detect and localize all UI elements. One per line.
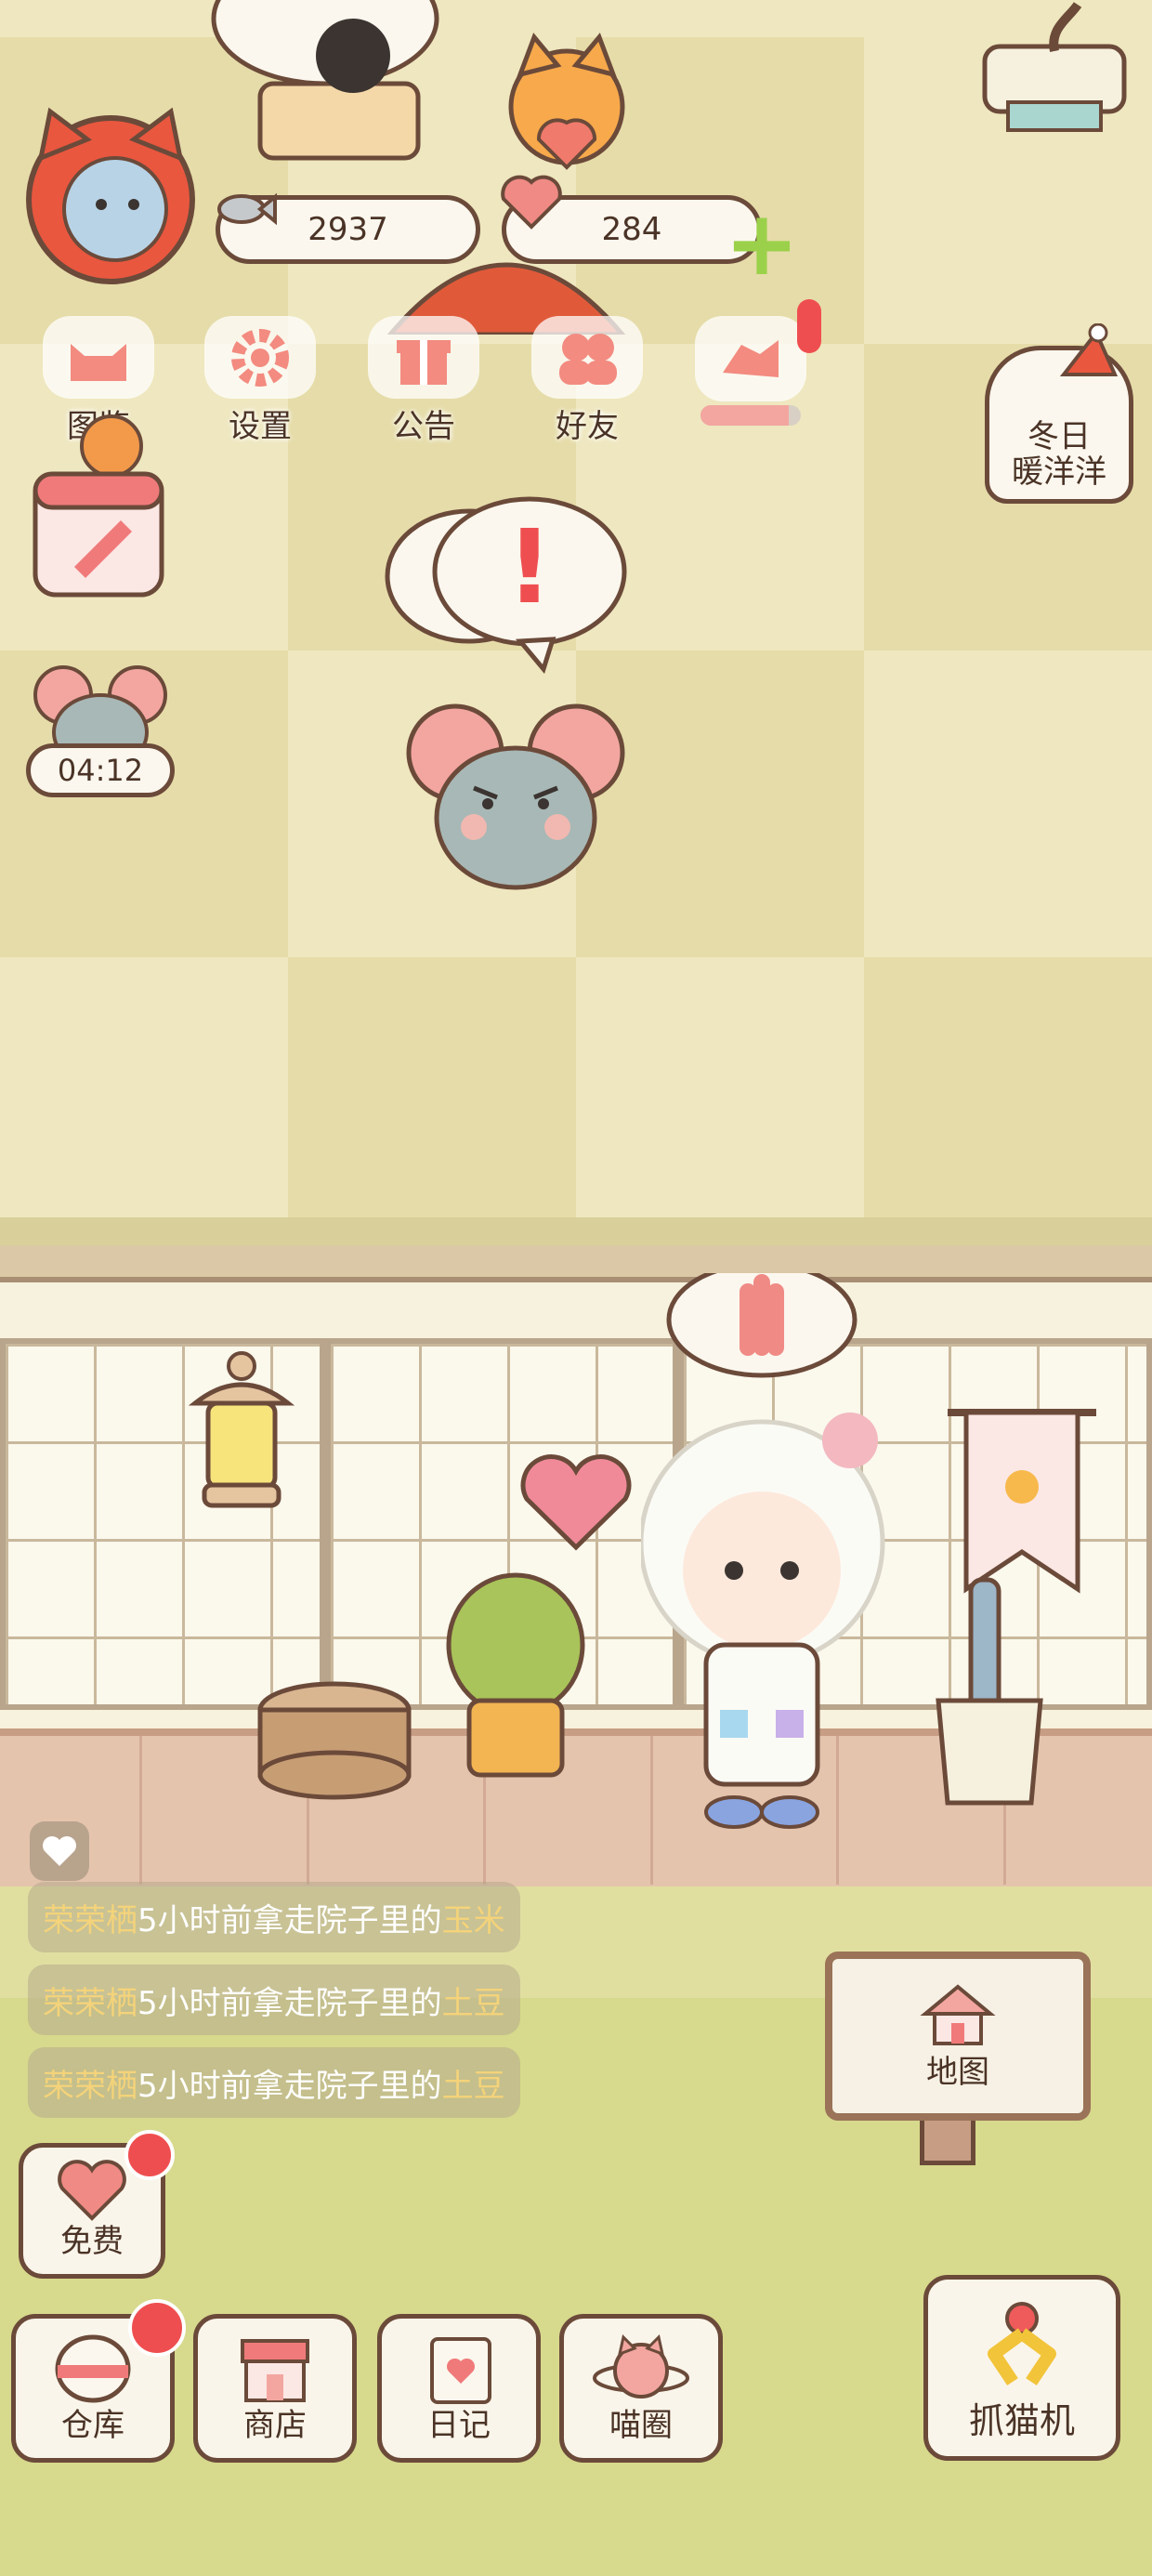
cat-bed-decoration[interactable] <box>177 0 474 167</box>
mouse-timer-text: 04:12 <box>26 743 175 797</box>
grumpy-mouse-visitor[interactable] <box>399 697 632 901</box>
gift-icon <box>368 316 479 399</box>
message-toggle-button[interactable] <box>30 1821 89 1881</box>
floor-tile <box>288 957 576 1217</box>
menu-friends-button[interactable]: 好友 <box>522 316 652 446</box>
storage-bowl-icon <box>55 2334 131 2403</box>
umbrella-stand[interactable] <box>929 1561 1050 1812</box>
message-user: 荣荣栖 <box>43 1901 137 1939</box>
event-title-line1: 冬日 <box>1028 418 1091 456</box>
santa-hat-icon <box>1059 322 1124 379</box>
add-currency-button[interactable]: + <box>725 199 799 288</box>
calendar-checkin-button[interactable] <box>28 409 167 604</box>
menu-like-button[interactable] <box>686 316 816 446</box>
free-notification-badge <box>124 2130 175 2180</box>
alert-exclamation: ! <box>505 507 554 626</box>
menu-label: 公告 <box>392 408 455 445</box>
bonsai-decoration[interactable] <box>975 0 1133 149</box>
cat-planet-icon <box>593 2334 689 2399</box>
house-icon <box>920 1983 996 2045</box>
hanging-lantern[interactable] <box>177 1347 307 1524</box>
message-item[interactable]: 荣荣栖 5小时前拿走院子里的 土豆 <box>28 1965 520 2035</box>
message-user: 荣荣栖 <box>43 2067 137 2105</box>
event-title-line2: 暖洋洋 <box>1012 453 1106 491</box>
warehouse-label: 仓库 <box>61 2407 124 2444</box>
heart-count: 284 <box>601 211 662 248</box>
like-alert-badge <box>797 299 821 353</box>
message-text: 5小时前拿走院子里的 <box>137 1984 442 2022</box>
alert-speech-bubble[interactable]: ! <box>381 493 632 678</box>
wall-beam <box>0 1245 1152 1282</box>
warehouse-notification-badge <box>128 2299 186 2357</box>
heart-sign-decoration[interactable] <box>516 1445 636 1557</box>
message-text: 5小时前拿走院子里的 <box>137 2067 442 2105</box>
message-item[interactable]: 荣荣栖 5小时前拿走院子里的 土豆 <box>28 2047 520 2118</box>
message-item-name: 土豆 <box>441 1984 505 2022</box>
fish-count: 2937 <box>308 211 388 248</box>
diary-label: 日记 <box>427 2407 491 2444</box>
claw-machine-button[interactable]: 抓猫机 <box>923 2275 1120 2461</box>
message-text: 5小时前拿走院子里的 <box>137 1901 442 1939</box>
diary-book-icon <box>430 2337 491 2404</box>
shop-label: 商店 <box>243 2407 307 2444</box>
cat-circle-button[interactable]: 喵圈 <box>559 2314 723 2463</box>
menu-settings-button[interactable]: 设置 <box>195 316 325 446</box>
message-item[interactable]: 荣荣栖 5小时前拿走院子里的 玉米 <box>28 1882 520 1952</box>
menu-notice-button[interactable]: 公告 <box>359 316 489 446</box>
heart-icon <box>58 2160 126 2221</box>
message-item-name: 玉米 <box>441 1901 505 1939</box>
message-item-name: 土豆 <box>441 2067 505 2105</box>
shop-button[interactable]: 商店 <box>193 2314 357 2463</box>
fish-icon <box>212 177 277 242</box>
friends-icon <box>531 316 643 399</box>
like-progress-bar <box>700 405 801 426</box>
player-avatar[interactable] <box>13 102 208 288</box>
like-hand-icon <box>695 316 806 401</box>
mouse-event-timer[interactable]: 04:12 <box>26 658 175 797</box>
heart-icon <box>43 1836 76 1866</box>
diary-button[interactable]: 日记 <box>377 2314 541 2463</box>
shop-icon <box>241 2339 309 2402</box>
player-character[interactable] <box>638 1261 892 1831</box>
menu-label: 好友 <box>556 408 619 445</box>
potted-cactus[interactable] <box>437 1561 595 1784</box>
heart-icon <box>494 169 569 234</box>
cat-circle-label: 喵圈 <box>609 2407 673 2444</box>
map-label: 地图 <box>926 2053 989 2091</box>
gear-icon <box>204 316 316 399</box>
claw-icon <box>988 2302 1056 2385</box>
message-user: 荣荣栖 <box>43 1984 137 2022</box>
floor-tile <box>864 957 1152 1217</box>
map-signboard-button[interactable]: 地图 <box>825 1952 1091 2121</box>
menu-label: 设置 <box>229 408 292 445</box>
cat-head-icon <box>43 316 154 399</box>
tree-stump[interactable] <box>251 1673 418 1803</box>
